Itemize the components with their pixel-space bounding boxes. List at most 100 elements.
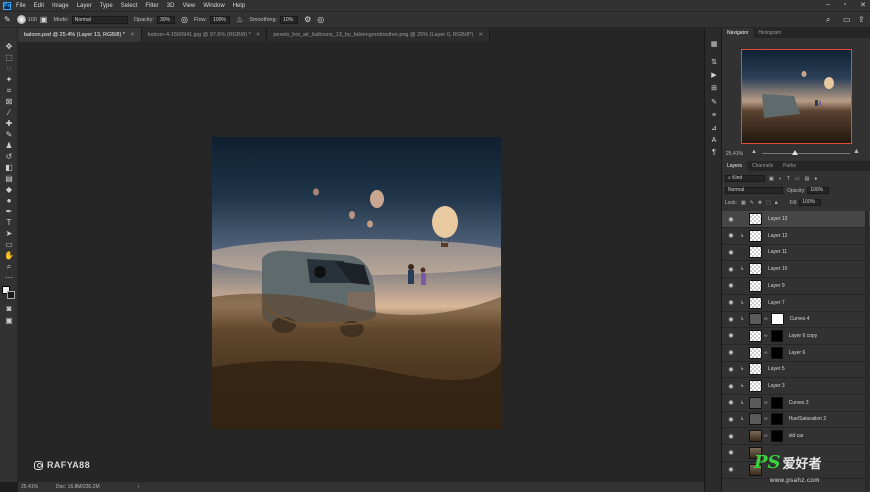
brush-settings-icon[interactable]: ▣: [40, 15, 48, 24]
layer-thumbnail[interactable]: [749, 396, 762, 409]
layer-opacity-field[interactable]: 100%: [807, 187, 830, 194]
layer-row[interactable]: ◉ ↳ ∞ Curves 4: [722, 311, 870, 329]
layer-thumbnail[interactable]: [749, 246, 762, 259]
smoothing-settings-icon[interactable]: ⚙: [304, 15, 311, 24]
mask-link-icon[interactable]: ∞: [764, 350, 768, 356]
layer-row[interactable]: ◉ Layer 11: [722, 244, 870, 262]
brush-preview-icon[interactable]: [16, 15, 26, 24]
screen-mode-icon[interactable]: ▣: [3, 316, 15, 325]
search-icon[interactable]: ⌕: [826, 15, 830, 25]
layer-fill-field[interactable]: 100%: [799, 199, 822, 206]
document-canvas[interactable]: [212, 137, 501, 429]
layers-list[interactable]: ◉ Layer 13 ◉ ↳ Layer 12 ◉ Layer 11 ◉ ↳ Layer 10 ◉ L…: [722, 211, 870, 492]
brush-tool-icon[interactable]: ✎: [3, 130, 15, 139]
mask-link-icon[interactable]: ∞: [764, 433, 768, 439]
flow-field[interactable]: 100%: [210, 15, 231, 24]
pressure-size-icon[interactable]: ◎: [317, 15, 324, 24]
zoom-out-icon[interactable]: ▲: [751, 149, 757, 155]
visibility-eye-icon[interactable]: ◉: [726, 299, 736, 306]
zoom-in-icon[interactable]: ▲: [853, 148, 860, 155]
layer-thumbnail[interactable]: [749, 430, 762, 443]
layer-thumbnail[interactable]: [749, 380, 762, 392]
menu-file[interactable]: File: [16, 3, 26, 9]
canvas-area[interactable]: [18, 42, 704, 482]
mask-link-icon[interactable]: ∞: [764, 316, 768, 322]
share-icon[interactable]: ⇪: [858, 15, 865, 24]
photoshop-logo-icon[interactable]: Ps: [3, 1, 11, 10]
visibility-eye-icon[interactable]: ◉: [726, 449, 736, 456]
layer-thumbnail[interactable]: [749, 213, 762, 225]
layer-row[interactable]: ◉ ∞ Layer 6 copy: [722, 328, 870, 345]
menu-filter[interactable]: Filter: [145, 3, 158, 9]
visibility-eye-icon[interactable]: ◉: [726, 366, 736, 373]
lock-pixels-icon[interactable]: ✎: [750, 200, 754, 206]
menu-3d[interactable]: 3D: [167, 3, 175, 9]
visibility-eye-icon[interactable]: ◉: [726, 433, 736, 440]
brush-tool-icon[interactable]: ✎: [4, 15, 11, 24]
airbrush-icon[interactable]: ♨: [236, 15, 243, 24]
layer-thumbnail[interactable]: [749, 263, 762, 276]
menu-image[interactable]: Image: [52, 3, 69, 9]
visibility-eye-icon[interactable]: ◉: [726, 282, 736, 289]
visibility-eye-icon[interactable]: ◉: [726, 316, 736, 323]
menu-view[interactable]: View: [182, 3, 195, 9]
layer-thumbnail[interactable]: [749, 313, 762, 326]
play-panel-icon[interactable]: ▶: [709, 71, 719, 80]
healing-tool-icon[interactable]: ✚: [3, 119, 15, 128]
layer-mask-thumbnail[interactable]: [770, 313, 784, 326]
actions-panel-icon[interactable]: ⇅: [709, 58, 719, 67]
opacity-field[interactable]: 30%: [156, 15, 175, 24]
smoothing-field[interactable]: 10%: [280, 15, 299, 24]
status-menu-icon[interactable]: ›: [138, 484, 140, 490]
workspace-icon[interactable]: ▭: [843, 15, 851, 24]
layer-thumbnail[interactable]: [749, 413, 762, 426]
close-tab-icon[interactable]: ✕: [130, 32, 135, 38]
marquee-tool-icon[interactable]: ⬚: [3, 53, 15, 62]
adjustments-panel-icon[interactable]: ≡: [709, 111, 719, 120]
menu-edit[interactable]: Edit: [34, 3, 44, 9]
layer-thumbnail[interactable]: [749, 296, 762, 309]
tab-channels[interactable]: Channels: [747, 161, 778, 171]
visibility-eye-icon[interactable]: ◉: [726, 266, 736, 273]
filter-shape-icon[interactable]: ▭: [795, 176, 800, 182]
blur-tool-icon[interactable]: ◆: [3, 185, 15, 194]
blend-mode-select[interactable]: Normal: [725, 187, 783, 194]
frame-tool-icon[interactable]: ⊠: [3, 97, 15, 106]
visibility-eye-icon[interactable]: ◉: [726, 249, 736, 256]
maximize-icon[interactable]: ▫: [844, 1, 846, 9]
tab-navigator[interactable]: Navigator: [722, 28, 754, 38]
layer-row[interactable]: ◉ Layer 9: [722, 278, 870, 295]
background-color-swatch[interactable]: [7, 291, 15, 299]
character-panel-icon[interactable]: A: [709, 136, 719, 145]
filter-pixel-icon[interactable]: ▣: [769, 176, 774, 182]
navigator-preview[interactable]: [741, 49, 852, 144]
menu-layer[interactable]: Layer: [77, 3, 92, 9]
path-select-icon[interactable]: ➤: [3, 229, 15, 238]
quick-mask-icon[interactable]: ◙: [3, 304, 15, 313]
layer-thumbnail[interactable]: [749, 329, 762, 342]
menu-help[interactable]: Help: [233, 3, 245, 9]
navigator-zoom-slider[interactable]: [762, 153, 850, 154]
pressure-opacity-icon[interactable]: ◎: [181, 15, 188, 24]
filter-type-icon[interactable]: T: [787, 176, 790, 182]
layer-row[interactable]: ◉ ↳ ∞ Hue/Saturation 2: [722, 411, 870, 429]
tab-layers[interactable]: Layers: [722, 161, 748, 171]
visibility-eye-icon[interactable]: ◉: [726, 399, 736, 406]
tab-baloon-jpg[interactable]: baloon-4-1560941.jpg @ 97.6% (RGB/8) * ✕: [141, 28, 268, 42]
lock-all-icon[interactable]: 🔒︎: [775, 200, 778, 206]
properties-panel-icon[interactable]: ⊞: [709, 84, 719, 93]
lock-transparency-icon[interactable]: ▦: [741, 200, 746, 206]
layer-row[interactable]: ◉ ↳ Layer 5: [722, 361, 870, 379]
layer-mask-thumbnail[interactable]: [770, 430, 783, 443]
eraser-tool-icon[interactable]: ◧: [3, 163, 15, 172]
eyedropper-tool-icon[interactable]: ⁄: [3, 108, 15, 117]
move-tool-icon[interactable]: ✥: [3, 42, 15, 51]
layer-mask-thumbnail[interactable]: [770, 413, 783, 426]
layer-row[interactable]: ◉ ↳ ∞ Curves 3: [722, 395, 870, 412]
lock-artboard-icon[interactable]: ⬚: [766, 200, 771, 206]
brush-size[interactable]: 100: [28, 17, 37, 23]
history-panel-icon[interactable]: ▦: [709, 40, 719, 49]
visibility-eye-icon[interactable]: ◉: [726, 232, 736, 239]
minimize-icon[interactable]: –: [826, 1, 830, 9]
navigator-zoom[interactable]: 25.41%: [726, 151, 743, 157]
